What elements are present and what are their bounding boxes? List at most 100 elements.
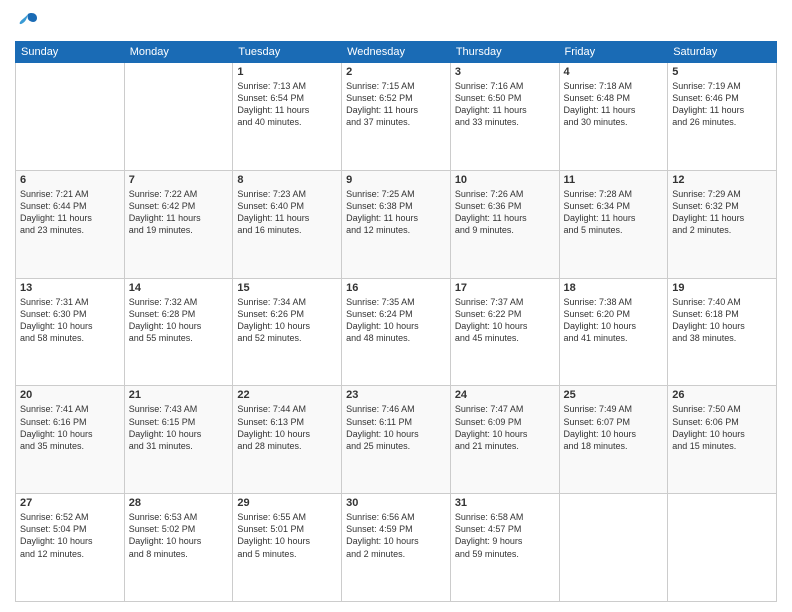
calendar-week-row: 6 Sunrise: 7:21 AM Sunset: 6:44 PM Daylig… [16, 170, 777, 278]
day-number: 24 [455, 389, 555, 401]
calendar-cell: 23 Sunrise: 7:46 AM Sunset: 6:11 PM Dayli… [342, 386, 451, 494]
calendar-cell [668, 494, 777, 602]
day-number: 4 [564, 66, 664, 78]
day-info: Sunrise: 7:15 AM Sunset: 6:52 PM Dayligh… [346, 80, 446, 129]
day-number: 30 [346, 497, 446, 509]
day-info: Sunrise: 6:56 AM Sunset: 4:59 PM Dayligh… [346, 511, 446, 560]
calendar-cell: 7Sunrise: 7:22 AM Sunset: 6:42 PM Daylig… [124, 170, 233, 278]
day-info: Sunrise: 7:44 AM Sunset: 6:13 PM Dayligh… [237, 403, 337, 452]
day-info: Sunrise: 7:18 AM Sunset: 6:48 PM Dayligh… [564, 80, 664, 129]
day-number: 1 [237, 66, 337, 78]
day-number: 15 [237, 282, 337, 294]
calendar-cell: 13Sunrise: 7:31 AM Sunset: 6:30 PM Dayli… [16, 278, 125, 386]
day-number: 22 [237, 389, 337, 401]
day-info: Sunrise: 6:52 AM Sunset: 5:04 PM Dayligh… [20, 511, 120, 560]
calendar-cell: 31 Sunrise: 6:58 AM Sunset: 4:57 PM Dayli… [450, 494, 559, 602]
calendar-cell: 24 Sunrise: 7:47 AM Sunset: 6:09 PM Dayli… [450, 386, 559, 494]
day-of-week-header: Wednesday [342, 42, 451, 63]
calendar-week-row: 27 Sunrise: 6:52 AM Sunset: 5:04 PM Dayli… [16, 494, 777, 602]
day-info: Sunrise: 7:37 AM Sunset: 6:22 PM Dayligh… [455, 296, 555, 345]
day-info: Sunrise: 6:58 AM Sunset: 4:57 PM Dayligh… [455, 511, 555, 560]
day-number: 8 [237, 174, 337, 186]
calendar-cell: 25 Sunrise: 7:49 AM Sunset: 6:07 PM Dayli… [559, 386, 668, 494]
day-info: Sunrise: 7:31 AM Sunset: 6:30 PM Dayligh… [20, 296, 120, 345]
day-info: Sunrise: 7:38 AM Sunset: 6:20 PM Dayligh… [564, 296, 664, 345]
day-of-week-header: Friday [559, 42, 668, 63]
calendar-week-row: 1 Sunrise: 7:13 AM Sunset: 6:54 PM Daylig… [16, 63, 777, 171]
calendar-cell [559, 494, 668, 602]
day-info: Sunrise: 6:53 AM Sunset: 5:02 PM Dayligh… [129, 511, 229, 560]
day-number: 25 [564, 389, 664, 401]
day-info: Sunrise: 7:41 AM Sunset: 6:16 PM Dayligh… [20, 403, 120, 452]
day-info: Sunrise: 7:34 AM Sunset: 6:26 PM Dayligh… [237, 296, 337, 345]
calendar-cell: 19 Sunrise: 7:40 AM Sunset: 6:18 PM Dayli… [668, 278, 777, 386]
day-info: Sunrise: 6:55 AM Sunset: 5:01 PM Dayligh… [237, 511, 337, 560]
day-info: Sunrise: 7:21 AM Sunset: 6:44 PM Dayligh… [20, 188, 120, 237]
calendar-cell: 17 Sunrise: 7:37 AM Sunset: 6:22 PM Dayli… [450, 278, 559, 386]
calendar-header-row: SundayMondayTuesdayWednesdayThursdayFrid… [16, 42, 777, 63]
day-number: 29 [237, 497, 337, 509]
day-info: Sunrise: 7:25 AM Sunset: 6:38 PM Dayligh… [346, 188, 446, 237]
day-of-week-header: Monday [124, 42, 233, 63]
day-info: Sunrise: 7:35 AM Sunset: 6:24 PM Dayligh… [346, 296, 446, 345]
day-of-week-header: Sunday [16, 42, 125, 63]
day-number: 27 [20, 497, 120, 509]
day-number: 6 [20, 174, 120, 186]
calendar-cell: 9Sunrise: 7:25 AM Sunset: 6:38 PM Daylig… [342, 170, 451, 278]
calendar-cell: 11Sunrise: 7:28 AM Sunset: 6:34 PM Dayli… [559, 170, 668, 278]
page: SundayMondayTuesdayWednesdayThursdayFrid… [0, 0, 792, 612]
day-info: Sunrise: 7:32 AM Sunset: 6:28 PM Dayligh… [129, 296, 229, 345]
day-number: 10 [455, 174, 555, 186]
day-info: Sunrise: 7:16 AM Sunset: 6:50 PM Dayligh… [455, 80, 555, 129]
calendar-cell: 18Sunrise: 7:38 AM Sunset: 6:20 PM Dayli… [559, 278, 668, 386]
day-number: 17 [455, 282, 555, 294]
calendar-cell: 28Sunrise: 6:53 AM Sunset: 5:02 PM Dayli… [124, 494, 233, 602]
calendar-cell: 2 Sunrise: 7:15 AM Sunset: 6:52 PM Daylig… [342, 63, 451, 171]
calendar-cell: 3Sunrise: 7:16 AM Sunset: 6:50 PM Daylig… [450, 63, 559, 171]
calendar-cell: 14Sunrise: 7:32 AM Sunset: 6:28 PM Dayli… [124, 278, 233, 386]
calendar-cell [16, 63, 125, 171]
day-info: Sunrise: 7:19 AM Sunset: 6:46 PM Dayligh… [672, 80, 772, 129]
day-number: 19 [672, 282, 772, 294]
day-info: Sunrise: 7:29 AM Sunset: 6:32 PM Dayligh… [672, 188, 772, 237]
calendar-cell [124, 63, 233, 171]
day-of-week-header: Thursday [450, 42, 559, 63]
logo-bird-icon [17, 10, 39, 37]
day-info: Sunrise: 7:43 AM Sunset: 6:15 PM Dayligh… [129, 403, 229, 452]
calendar-cell: 8 Sunrise: 7:23 AM Sunset: 6:40 PM Daylig… [233, 170, 342, 278]
calendar-cell: 10 Sunrise: 7:26 AM Sunset: 6:36 PM Dayli… [450, 170, 559, 278]
day-number: 12 [672, 174, 772, 186]
day-info: Sunrise: 7:49 AM Sunset: 6:07 PM Dayligh… [564, 403, 664, 452]
day-of-week-header: Tuesday [233, 42, 342, 63]
day-info: Sunrise: 7:23 AM Sunset: 6:40 PM Dayligh… [237, 188, 337, 237]
calendar-week-row: 20 Sunrise: 7:41 AM Sunset: 6:16 PM Dayli… [16, 386, 777, 494]
calendar-cell: 22 Sunrise: 7:44 AM Sunset: 6:13 PM Dayli… [233, 386, 342, 494]
day-number: 5 [672, 66, 772, 78]
calendar-cell: 27 Sunrise: 6:52 AM Sunset: 5:04 PM Dayli… [16, 494, 125, 602]
day-number: 2 [346, 66, 446, 78]
day-number: 31 [455, 497, 555, 509]
day-number: 23 [346, 389, 446, 401]
day-info: Sunrise: 7:26 AM Sunset: 6:36 PM Dayligh… [455, 188, 555, 237]
calendar-cell: 30 Sunrise: 6:56 AM Sunset: 4:59 PM Dayli… [342, 494, 451, 602]
calendar-cell: 15 Sunrise: 7:34 AM Sunset: 6:26 PM Dayli… [233, 278, 342, 386]
day-number: 16 [346, 282, 446, 294]
day-info: Sunrise: 7:13 AM Sunset: 6:54 PM Dayligh… [237, 80, 337, 129]
day-number: 26 [672, 389, 772, 401]
calendar-cell: 20 Sunrise: 7:41 AM Sunset: 6:16 PM Dayli… [16, 386, 125, 494]
calendar-cell: 29 Sunrise: 6:55 AM Sunset: 5:01 PM Dayli… [233, 494, 342, 602]
day-number: 7 [129, 174, 229, 186]
logo [15, 10, 39, 33]
calendar-cell: 5 Sunrise: 7:19 AM Sunset: 6:46 PM Daylig… [668, 63, 777, 171]
calendar-cell: 21Sunrise: 7:43 AM Sunset: 6:15 PM Dayli… [124, 386, 233, 494]
calendar-cell: 26 Sunrise: 7:50 AM Sunset: 6:06 PM Dayli… [668, 386, 777, 494]
calendar-week-row: 13Sunrise: 7:31 AM Sunset: 6:30 PM Dayli… [16, 278, 777, 386]
day-info: Sunrise: 7:47 AM Sunset: 6:09 PM Dayligh… [455, 403, 555, 452]
day-info: Sunrise: 7:50 AM Sunset: 6:06 PM Dayligh… [672, 403, 772, 452]
calendar-cell: 1 Sunrise: 7:13 AM Sunset: 6:54 PM Daylig… [233, 63, 342, 171]
day-info: Sunrise: 7:46 AM Sunset: 6:11 PM Dayligh… [346, 403, 446, 452]
day-number: 20 [20, 389, 120, 401]
day-info: Sunrise: 7:40 AM Sunset: 6:18 PM Dayligh… [672, 296, 772, 345]
calendar-cell: 16 Sunrise: 7:35 AM Sunset: 6:24 PM Dayli… [342, 278, 451, 386]
calendar-cell: 12 Sunrise: 7:29 AM Sunset: 6:32 PM Dayli… [668, 170, 777, 278]
